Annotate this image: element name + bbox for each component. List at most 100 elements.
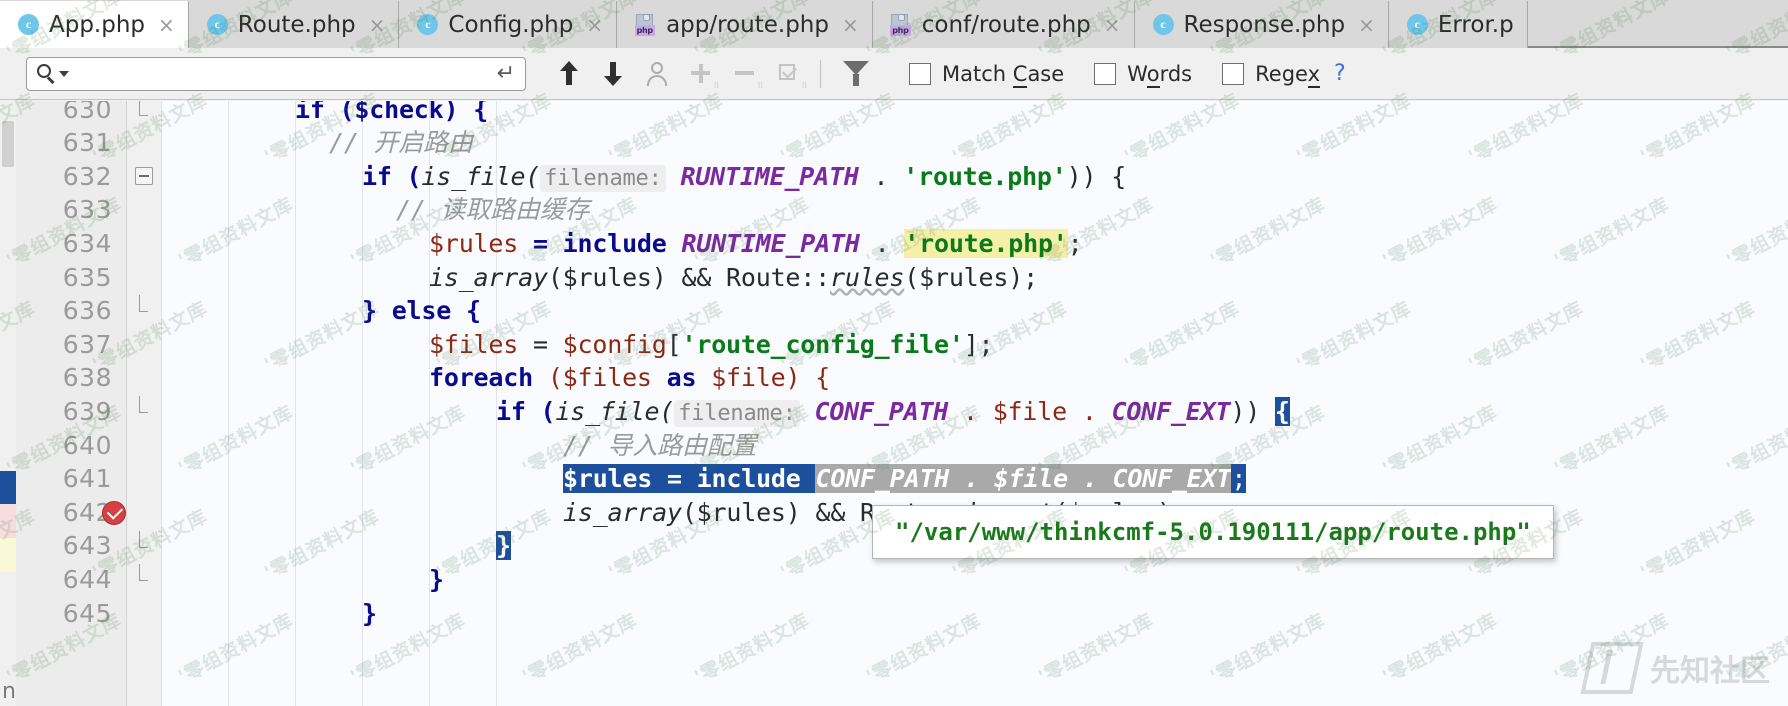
code-folding-gutter [127, 101, 162, 706]
plus-icon [689, 62, 713, 86]
code-line[interactable]: if ($check) { [161, 101, 1788, 127]
code-line[interactable]: if (is_file(filename: RUNTIME_PATH . 'ro… [161, 160, 1788, 194]
match-case-checkbox-box[interactable] [909, 63, 931, 85]
code-text: } [496, 529, 511, 563]
search-history-chevron-down-icon[interactable] [59, 71, 69, 77]
code-line[interactable]: // 开启路由 [161, 126, 1788, 160]
tab-label: Config.php [448, 12, 573, 38]
code-line[interactable]: } [161, 563, 1788, 597]
code-line[interactable]: // 导入路由配置 [161, 429, 1788, 463]
minus-icon-subscript: II [758, 81, 763, 91]
code-line[interactable]: foreach ($files as $file) { [161, 361, 1788, 395]
tab-close-icon[interactable]: × [1104, 15, 1121, 35]
tab-label: Response.php [1184, 12, 1346, 38]
filter-button[interactable] [837, 55, 875, 93]
php-file-icon: php [634, 13, 657, 36]
person-icon [645, 62, 669, 86]
tab-label: Error.p [1438, 12, 1514, 38]
code-editor[interactable]: 630 631 632 633 634 635 636 637 638 639 … [0, 101, 1788, 706]
php-class-icon: c [206, 13, 229, 36]
code-line[interactable]: $rules = include RUNTIME_PATH . 'route.p… [161, 227, 1788, 261]
code-text: $rules = include CONF_PATH . $file . CON… [563, 462, 1246, 496]
code-text: // 开启路由 [329, 126, 473, 160]
scrollbar-thumb[interactable] [2, 121, 14, 167]
minus-icon [733, 62, 757, 86]
tab-conf-route-php[interactable]: php conf/route.php × [873, 1, 1135, 48]
regex-checkbox[interactable]: Regex [1222, 62, 1320, 86]
line-number: 633 [63, 193, 112, 227]
site-brand-watermark: 先知社区 [1586, 642, 1770, 694]
match-case-checkbox[interactable]: Match Case [909, 62, 1064, 86]
words-label: Words [1127, 62, 1192, 86]
tab-close-icon[interactable]: × [842, 15, 859, 35]
php-class-icon: c [1406, 13, 1429, 36]
stray-glyph: n [2, 679, 16, 704]
tab-close-icon[interactable]: × [1358, 15, 1375, 35]
regex-help-icon[interactable]: ? [1334, 61, 1346, 86]
fold-end-marker[interactable] [135, 396, 153, 414]
line-number: 644 [63, 563, 112, 597]
code-line[interactable]: } [161, 597, 1788, 631]
line-number-gutter: 630 631 632 633 634 635 636 637 638 639 … [16, 101, 127, 706]
code-line[interactable]: } else { [161, 294, 1788, 328]
tab-label: App.php [49, 12, 145, 38]
code-text: } [429, 563, 444, 597]
tab-close-icon[interactable]: × [158, 15, 175, 35]
words-checkbox-box[interactable] [1094, 63, 1116, 85]
fold-end-marker[interactable] [135, 101, 153, 117]
tab-label: app/route.php [666, 12, 829, 38]
multiline-toggle-icon[interactable]: ↵ [497, 63, 515, 85]
code-line[interactable]: $rules = include CONF_PATH . $file . CON… [161, 462, 1788, 496]
arrow-down-icon [602, 61, 624, 86]
code-line[interactable]: $files = $config['route_config_file']; [161, 328, 1788, 362]
words-checkbox[interactable]: Words [1094, 62, 1192, 86]
fold-marker[interactable] [135, 167, 153, 185]
code-line[interactable]: is_array($rules) && Route::rules($rules)… [161, 261, 1788, 295]
search-input[interactable] [69, 62, 497, 85]
code-text: if ($check) { [295, 101, 488, 127]
code-text: $rules = include RUNTIME_PATH . 'route.p… [429, 227, 1083, 261]
select-all-occurrences-button[interactable] [638, 55, 676, 93]
line-number: 638 [63, 361, 112, 395]
code-text: } else { [362, 294, 481, 328]
tab-route-php[interactable]: c Route.php × [189, 1, 400, 48]
find-toolbar: ↵ II II II Match Case Words Regex ? [0, 48, 1788, 100]
select-all-button: II [770, 55, 808, 93]
editor-left-scrollbar[interactable] [0, 101, 16, 706]
checkbox-icon [777, 62, 801, 86]
regex-checkbox-box[interactable] [1222, 63, 1244, 85]
tab-app-php[interactable]: c App.php × [0, 1, 189, 48]
line-number: 635 [63, 261, 112, 295]
line-number: 641 [63, 462, 112, 496]
find-previous-button[interactable] [550, 55, 588, 93]
code-line[interactable]: if (is_file(filename: CONF_PATH . $file … [161, 395, 1788, 429]
value-tooltip: "/var/www/thinkcmf-5.0.190111/app/route.… [872, 505, 1554, 559]
search-icon [36, 63, 58, 85]
tab-app-route-php[interactable]: php app/route.php × [617, 1, 873, 48]
brand-logo-icon [1586, 642, 1638, 694]
code-content-area[interactable]: if ($check) { // 开启路由 if (is_file(filena… [161, 101, 1788, 706]
breakpoint-marker[interactable] [102, 501, 126, 525]
plus-icon-subscript: II [714, 81, 719, 91]
code-text: if (is_file(filename: RUNTIME_PATH . 'ro… [362, 160, 1126, 194]
fold-end-marker[interactable] [135, 564, 153, 582]
line-number: 634 [63, 227, 112, 261]
find-next-button[interactable] [594, 55, 632, 93]
code-text: $files = $config['route_config_file']; [429, 328, 993, 362]
brand-text: 先知社区 [1650, 646, 1770, 690]
code-line[interactable]: // 读取路由缓存 [161, 193, 1788, 227]
checkbox-icon-subscript: II [802, 81, 807, 91]
php-class-icon: c [416, 13, 439, 36]
fold-end-marker[interactable] [135, 531, 153, 549]
tab-response-php[interactable]: c Response.php × [1135, 1, 1389, 48]
fold-end-marker[interactable] [135, 295, 153, 313]
search-field-container[interactable]: ↵ [26, 57, 526, 91]
code-text: // 读取路由缓存 [396, 193, 589, 227]
tab-config-php[interactable]: c Config.php × [399, 1, 617, 48]
line-number: 636 [63, 294, 112, 328]
tab-close-icon[interactable]: × [369, 15, 386, 35]
funnel-icon [843, 61, 869, 86]
tab-error-php[interactable]: c Error.p [1389, 1, 1528, 48]
code-text: foreach ($files as $file) { [429, 361, 830, 395]
tab-close-icon[interactable]: × [586, 15, 603, 35]
